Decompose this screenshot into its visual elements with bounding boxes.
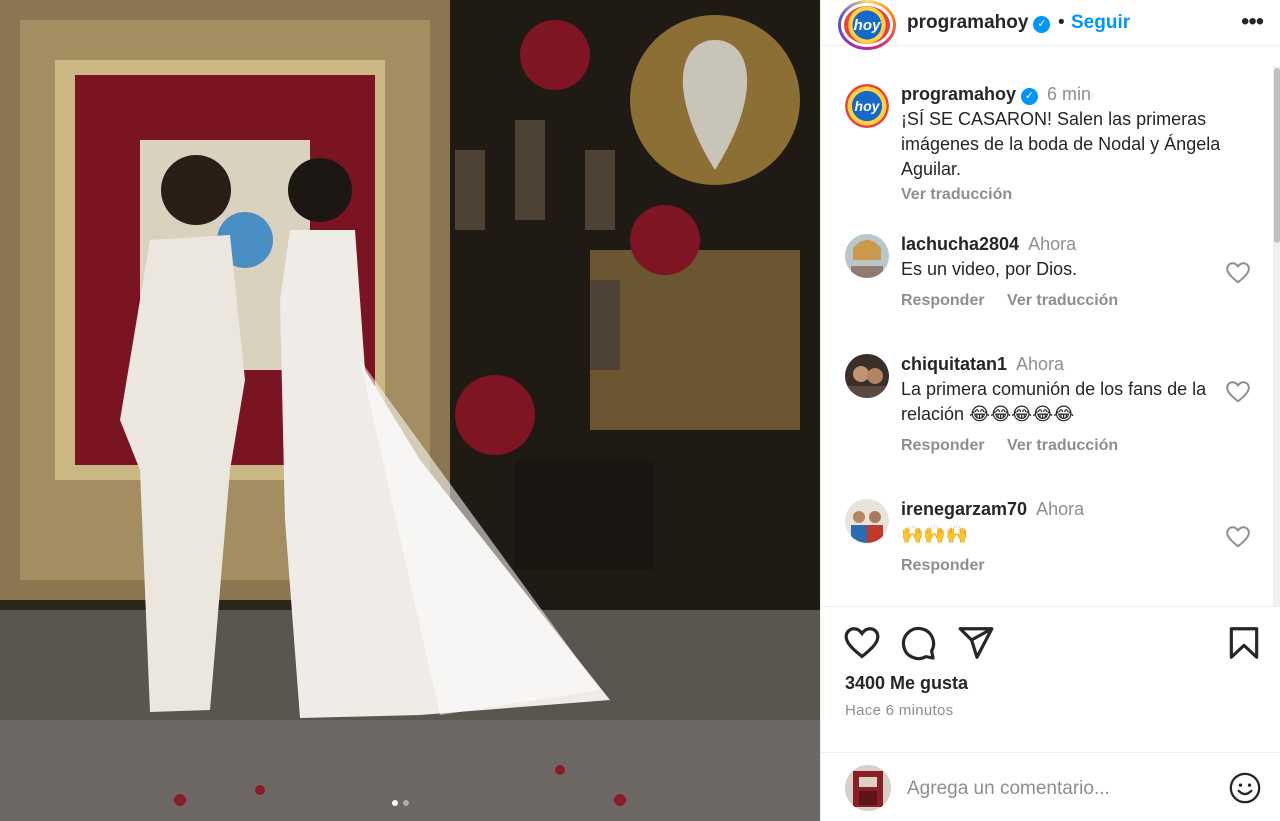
caption-avatar[interactable]: hoy — [845, 84, 889, 128]
share-send-icon[interactable] — [957, 624, 995, 662]
comment-bubble-icon[interactable] — [899, 624, 937, 662]
reply-button[interactable]: Responder — [901, 557, 985, 574]
verified-badge-icon: ✓ — [1021, 88, 1039, 105]
caption-translate-link[interactable]: Ver traducción — [901, 186, 1012, 203]
comment-body: chiquitatan1 Ahora La primera comunión d… — [901, 352, 1221, 458]
carousel-dot-active — [392, 800, 398, 806]
comments-scrollbar[interactable] — [1273, 66, 1280, 606]
caption-text: ¡SÍ SE CASARON! Salen las primeras imáge… — [901, 109, 1221, 179]
caption-avatar-logo: hoy — [845, 84, 889, 128]
comment-username[interactable]: irenegarzam70 — [901, 499, 1027, 519]
divider — [821, 606, 1280, 607]
comment-like-heart-icon[interactable] — [1225, 524, 1251, 550]
comment-time[interactable]: Ahora — [1028, 234, 1076, 254]
comment-text: 🙌🙌🙌 — [901, 524, 969, 544]
comment-body: lachucha2804 Ahora Es un video, por Dios… — [901, 232, 1221, 313]
header-username-text[interactable]: programahoy — [907, 12, 1028, 33]
separator-dot: • — [1058, 12, 1065, 33]
comment-username[interactable]: chiquitatan1 — [901, 354, 1007, 374]
wedding-photo-illustration — [0, 0, 820, 821]
post-timestamp[interactable]: Hace 6 minutos — [845, 702, 953, 719]
action-bar — [843, 624, 1263, 664]
caption-time[interactable]: 6 min — [1047, 84, 1091, 104]
comment-text: Es un video, por Dios. — [901, 259, 1078, 279]
caption-actions: Ver traducción — [901, 182, 1241, 207]
comment-username[interactable]: lachucha2804 — [901, 234, 1019, 254]
verified-badge-icon: ✓ — [1033, 16, 1051, 33]
reply-button[interactable]: Responder — [901, 437, 985, 454]
post-panel: hoy programahoy ✓ • Seguir ••• hoy progra… — [820, 0, 1280, 821]
comment-like-heart-icon[interactable] — [1225, 260, 1251, 286]
comment-avatar[interactable] — [845, 354, 889, 398]
comment-time[interactable]: Ahora — [1036, 499, 1084, 519]
post-header: hoy programahoy ✓ • Seguir ••• — [821, 0, 1280, 50]
comment-like-heart-icon[interactable] — [1225, 379, 1251, 405]
save-bookmark-icon[interactable] — [1225, 624, 1263, 662]
emoji-smiley-icon[interactable] — [1228, 771, 1262, 805]
follow-button[interactable]: Seguir — [1071, 12, 1130, 34]
comment-body: irenegarzam70 Ahora 🙌🙌🙌 Responder — [901, 497, 1221, 578]
current-user-avatar — [845, 765, 891, 811]
more-horizontal-icon[interactable]: ••• — [1241, 8, 1264, 36]
story-ring[interactable]: hoy — [838, 0, 896, 50]
comment-actions: Responder Ver traducción — [901, 288, 1221, 313]
caption-username[interactable]: programahoy — [901, 84, 1016, 104]
translate-link[interactable]: Ver traducción — [1007, 292, 1118, 309]
comment-actions: Responder — [901, 553, 1221, 578]
comment-time[interactable]: Ahora — [1016, 354, 1064, 374]
comment-actions: Responder Ver traducción — [901, 433, 1221, 458]
scrollbar-thumb[interactable] — [1274, 68, 1280, 243]
comments-list[interactable]: hoy programahoy ✓ 6 min ¡SÍ SE CASARON! S… — [821, 66, 1273, 606]
comment-avatar[interactable] — [845, 234, 889, 278]
translate-link[interactable]: Ver traducción — [1007, 437, 1118, 454]
caption-body: programahoy ✓ 6 min ¡SÍ SE CASARON! Salen… — [901, 82, 1241, 207]
header-username[interactable]: programahoy ✓ — [907, 12, 1051, 34]
comment-avatar[interactable] — [845, 499, 889, 543]
carousel-dot — [403, 800, 409, 806]
carousel-dots — [392, 800, 409, 806]
post-photo[interactable] — [0, 0, 820, 821]
like-heart-icon[interactable] — [843, 624, 881, 662]
comment-input[interactable] — [907, 773, 1207, 805]
avatar: hoy — [844, 6, 890, 44]
comment-bar — [821, 752, 1280, 821]
reply-button[interactable]: Responder — [901, 292, 985, 309]
likes-count[interactable]: 3400 Me gusta — [845, 673, 968, 694]
comment-text: La primera comunión de los fans de la re… — [901, 379, 1207, 424]
